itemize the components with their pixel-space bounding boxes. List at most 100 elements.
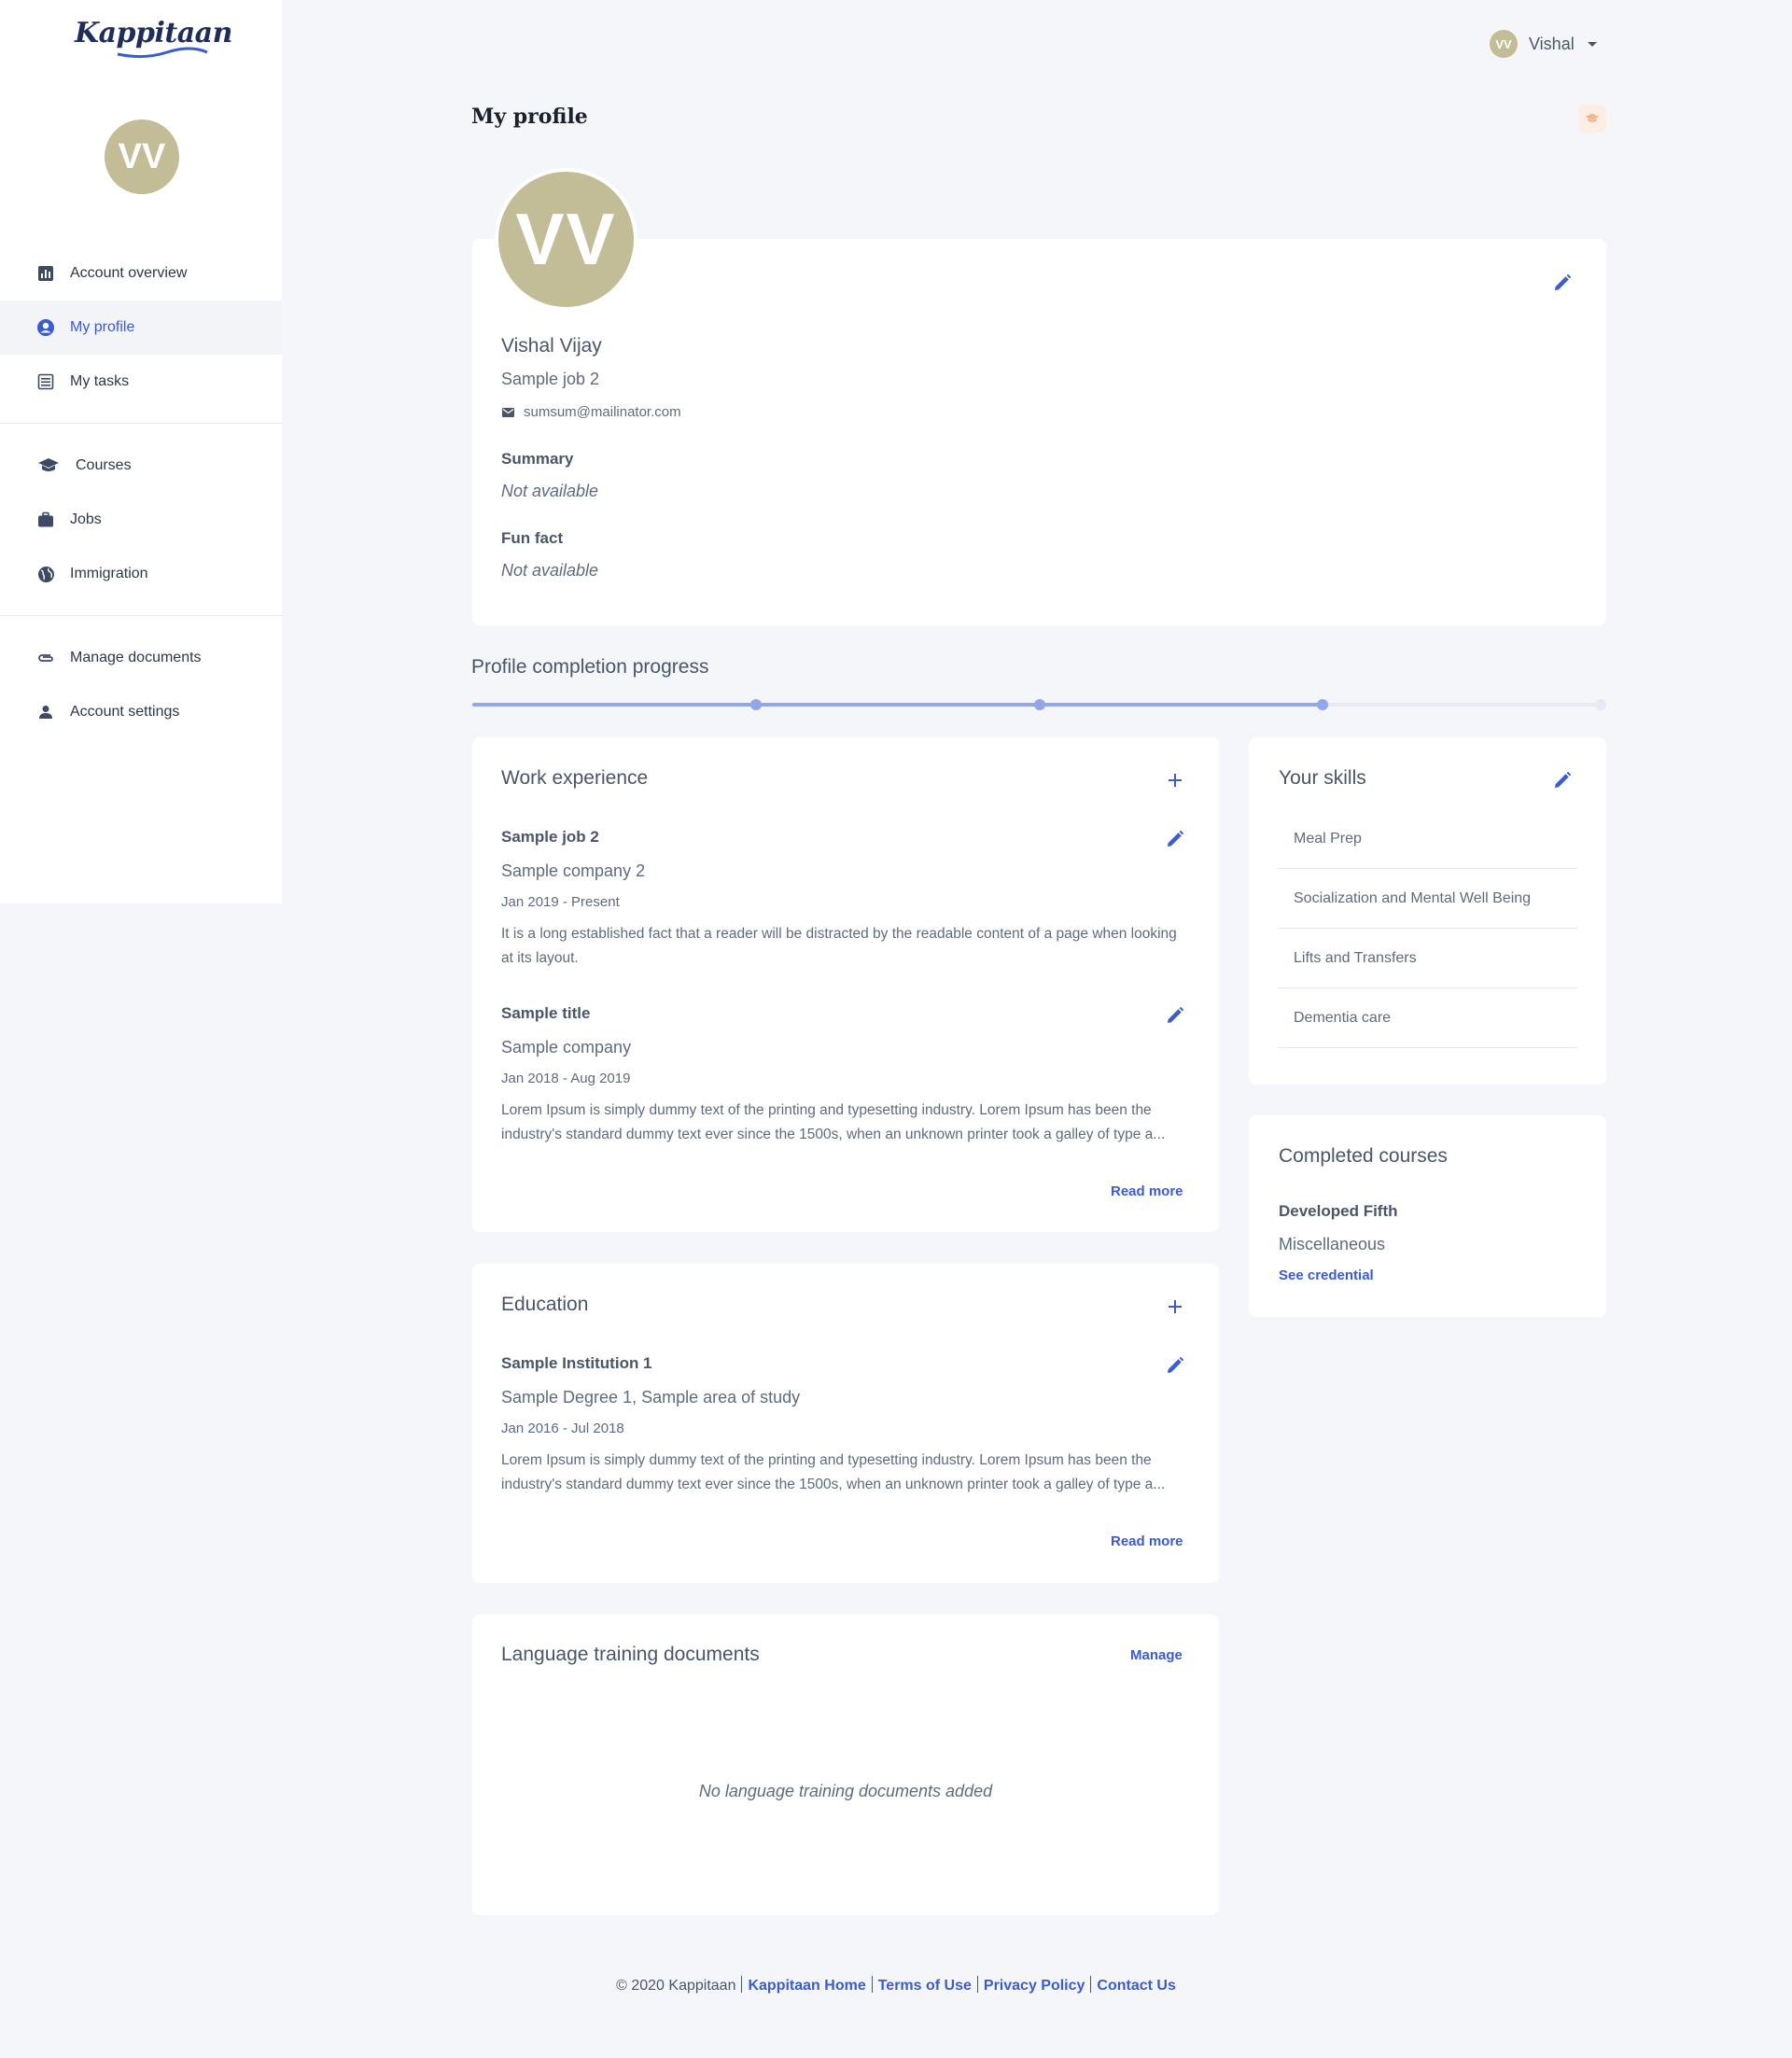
logo-wave: [117, 47, 208, 59]
skill-item: Meal Prep: [1279, 809, 1577, 869]
language-docs-title: Language training documents: [501, 1644, 760, 1665]
footer: © 2020 Kappitaan Kappitaan Home Terms of U…: [0, 1976, 1792, 1995]
footer-link-contact[interactable]: Contact Us: [1097, 1978, 1175, 1994]
footer-divider: [1090, 1976, 1092, 1993]
sidebar-item-account-settings[interactable]: Account settings: [0, 685, 282, 739]
skill-item: Dementia care: [1279, 988, 1577, 1048]
footer-link-home[interactable]: Kappitaan Home: [748, 1978, 865, 1994]
sidebar: Kappitaan VV Account overview My profile…: [0, 0, 282, 903]
sidebar-item-jobs[interactable]: Jobs: [0, 493, 282, 547]
user-avatar: VV: [1490, 30, 1518, 58]
copyright: © 2020 Kappitaan: [616, 1978, 736, 1994]
task-list-icon: [36, 372, 55, 391]
pencil-icon: [1168, 1006, 1184, 1023]
page-title: My profile: [471, 105, 588, 129]
edit-education-item-button[interactable]: [1164, 1354, 1186, 1377]
profile-job: Sample job 2: [501, 370, 600, 388]
attachment-icon: [36, 649, 55, 667]
footer-divider: [741, 1976, 743, 1993]
user-circle-icon: [36, 318, 55, 337]
courses-shortcut-button[interactable]: [1578, 105, 1606, 133]
sidebar-item-label: My profile: [70, 319, 135, 335]
manage-language-docs-link[interactable]: Manage: [1130, 1647, 1183, 1663]
profile-avatar: VV: [495, 168, 637, 311]
pencil-icon: [1168, 1356, 1184, 1373]
skill-item: Socialization and Mental Well Being: [1279, 869, 1577, 929]
read-more-link[interactable]: Read more: [1111, 1183, 1183, 1199]
course-name: Developed Fifth: [1279, 1202, 1398, 1220]
pencil-icon: [1555, 273, 1572, 290]
add-education-button[interactable]: [1165, 1296, 1185, 1317]
chevron-down-icon: [1587, 41, 1597, 47]
education-item-description: Lorem Ipsum is simply dummy text of the …: [501, 1452, 1166, 1492]
profile-email-row: sumsum@mailinator.com: [502, 404, 681, 420]
progress-title: Profile completion progress: [471, 656, 709, 678]
sidebar-item-label: Account settings: [70, 704, 180, 720]
profile-card: [472, 239, 1606, 625]
sidebar-item-my-profile[interactable]: My profile: [0, 301, 282, 355]
work-item-title: Sample title: [501, 1004, 591, 1022]
work-item-company: Sample company: [501, 1038, 632, 1057]
graduation-cap-icon: [36, 456, 61, 475]
skills-title: Your skills: [1279, 767, 1366, 789]
work-item-dates: Jan 2018 - Aug 2019: [501, 1071, 631, 1086]
edit-profile-button[interactable]: [1551, 272, 1574, 294]
education-item-institution: Sample Institution 1: [501, 1354, 652, 1372]
edit-work-item-button[interactable]: [1164, 828, 1186, 850]
summary-value: Not available: [501, 482, 599, 500]
see-credential-link[interactable]: See credential: [1279, 1267, 1374, 1283]
sidebar-item-immigration[interactable]: Immigration: [0, 547, 282, 601]
sidebar-item-my-tasks[interactable]: My tasks: [0, 355, 282, 409]
footer-link-terms[interactable]: Terms of Use: [878, 1978, 972, 1994]
profile-name: Vishal Vijay: [501, 335, 602, 357]
completed-courses-title: Completed courses: [1279, 1145, 1448, 1167]
person-icon: [36, 703, 55, 721]
work-item-description: Lorem Ipsum is simply dummy text of the …: [501, 1102, 1166, 1142]
work-item-description: It is a long established fact that a rea…: [501, 926, 1177, 966]
language-docs-empty: No language training documents added: [698, 1782, 993, 1800]
fun-fact-value: Not available: [501, 561, 599, 580]
progress-step-dot: [749, 699, 762, 710]
education-title: Education: [501, 1294, 589, 1315]
work-item-company: Sample company 2: [501, 861, 646, 880]
sidebar-item-label: Jobs: [70, 511, 102, 527]
work-item-title: Sample job 2: [501, 828, 599, 846]
sidebar-item-label: Immigration: [70, 566, 148, 581]
globe-icon: [36, 565, 55, 583]
edit-skills-button[interactable]: [1551, 769, 1574, 791]
sidebar-item-account-overview[interactable]: Account overview: [0, 246, 282, 301]
pencil-icon: [1168, 830, 1184, 847]
sidebar-item-label: Manage documents: [70, 650, 202, 665]
course-category: Miscellaneous: [1279, 1235, 1386, 1253]
progress-step-dot: [1033, 699, 1045, 710]
footer-link-privacy[interactable]: Privacy Policy: [984, 1978, 1085, 1994]
sidebar-item-manage-documents[interactable]: Manage documents: [0, 631, 282, 685]
summary-label: Summary: [501, 450, 574, 468]
kappitaan-logo[interactable]: Kappitaan: [75, 17, 232, 60]
footer-divider: [976, 1976, 978, 1993]
briefcase-icon: [36, 511, 55, 529]
skill-item: Lifts and Transfers: [1279, 929, 1577, 988]
fun-fact-label: Fun fact: [501, 529, 564, 547]
sidebar-item-label: My tasks: [70, 373, 130, 389]
read-more-link[interactable]: Read more: [1111, 1533, 1183, 1549]
sidebar-item-label: Account overview: [70, 265, 188, 281]
user-menu[interactable]: VV Vishal: [1490, 30, 1597, 58]
progress-step-dot: [1595, 699, 1606, 710]
sidebar-nav: Account overview My profile My tasks Cou…: [0, 246, 282, 739]
sidebar-divider: [0, 423, 282, 424]
sidebar-avatar[interactable]: VV: [105, 119, 179, 194]
education-item-dates: Jan 2016 - Jul 2018: [501, 1421, 624, 1436]
add-work-experience-button[interactable]: [1165, 770, 1185, 791]
sidebar-item-courses[interactable]: Courses: [0, 439, 282, 493]
mail-icon: [502, 407, 514, 417]
user-name: Vishal: [1529, 34, 1575, 53]
work-experience-title: Work experience: [501, 767, 649, 789]
edit-work-item-button[interactable]: [1164, 1004, 1186, 1027]
progress-step-dot: [1317, 699, 1329, 710]
footer-divider: [871, 1976, 873, 1993]
progress-fill: [472, 703, 1323, 707]
bar-chart-icon: [36, 264, 55, 283]
graduation-cap-icon: [1585, 113, 1600, 122]
work-item-dates: Jan 2019 - Present: [501, 894, 620, 910]
